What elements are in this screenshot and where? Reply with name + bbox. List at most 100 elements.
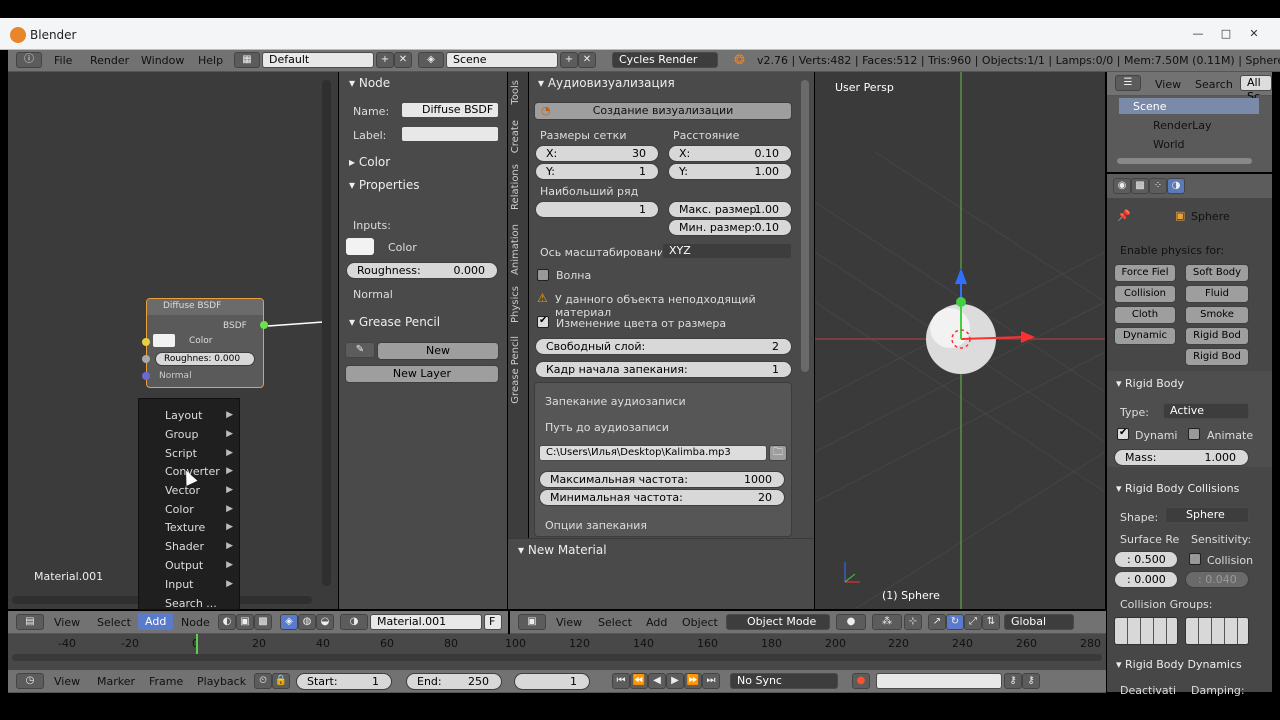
- free-layer-field[interactable]: Свободный слой: 2: [535, 338, 792, 355]
- current-frame-indicator[interactable]: [196, 634, 198, 654]
- viewport-menu-select[interactable]: Select: [598, 616, 632, 629]
- viewport-menu-add[interactable]: Add: [646, 616, 667, 629]
- object-shader-icon[interactable]: ◈: [280, 614, 298, 630]
- 3d-viewport[interactable]: User Persp (1) Sphere: [815, 72, 1105, 609]
- color-input-socket[interactable]: [142, 338, 150, 346]
- wave-checkbox[interactable]: [537, 269, 549, 281]
- layout-field[interactable]: Default: [262, 52, 374, 68]
- editor-type-icon[interactable]: ⓘ: [16, 52, 42, 68]
- timeline-menu-marker[interactable]: Marker: [97, 675, 135, 688]
- roughness-input-socket[interactable]: [142, 355, 150, 363]
- audio-path-field[interactable]: C:\Users\Илья\Desktop\Kalimba.mp3: [539, 445, 767, 461]
- bounce-field[interactable]: : 0.000: [1114, 571, 1178, 588]
- sync-select[interactable]: No Sync: [730, 673, 838, 689]
- scale-axis-select[interactable]: XYZ: [662, 243, 792, 259]
- remove-layout-icon[interactable]: ✕: [394, 52, 412, 68]
- scene-field[interactable]: Scene: [446, 52, 558, 68]
- cloth-button[interactable]: Cloth: [1114, 306, 1176, 324]
- current-frame-field[interactable]: 1: [514, 673, 590, 690]
- add-menu-texture[interactable]: Texture: [165, 521, 205, 534]
- viewport-menu-view[interactable]: View: [556, 616, 582, 629]
- add-menu-search[interactable]: Search ...: [165, 597, 217, 610]
- outliner-item-world[interactable]: World: [1153, 138, 1185, 151]
- tab-create[interactable]: Create: [510, 120, 521, 153]
- tab-tools[interactable]: Tools: [510, 80, 521, 105]
- audio-header[interactable]: ▾ Аудиовизуализация: [538, 76, 675, 90]
- render-engine-select[interactable]: Cycles Render: [612, 52, 718, 68]
- diffuse-bsdf-node[interactable]: Diffuse BSDF BSDF Color Roughnes: 0.000 …: [146, 298, 264, 388]
- add-menu-output[interactable]: Output: [165, 559, 203, 572]
- scene-icon[interactable]: ◈: [418, 52, 444, 68]
- viewport-type-icon[interactable]: ▣: [518, 614, 546, 630]
- new-grease-button[interactable]: New: [377, 342, 499, 360]
- rigid-body-constraint-button[interactable]: Rigid Bod: [1185, 348, 1249, 366]
- texture-nodes-icon[interactable]: ▩: [254, 614, 272, 630]
- pin-icon[interactable]: 📌: [1117, 209, 1131, 222]
- color-swatch[interactable]: [346, 238, 374, 255]
- manipulator-space-icon[interactable]: ⇅: [982, 614, 1000, 630]
- play-reverse-icon[interactable]: ◀: [648, 673, 666, 689]
- keying-set-field[interactable]: [876, 673, 1002, 689]
- record-icon[interactable]: ●: [852, 673, 870, 689]
- min-size-field[interactable]: Мин. размер: 0.10: [668, 219, 792, 236]
- world-shader-icon[interactable]: ◍: [298, 614, 316, 630]
- jump-end-icon[interactable]: ⏭: [702, 673, 720, 689]
- rotate-icon[interactable]: ↻: [946, 614, 964, 630]
- node-menu-add[interactable]: Add: [138, 613, 174, 630]
- outliner-item-renderlayers[interactable]: RenderLay: [1153, 119, 1212, 132]
- distance-x-field[interactable]: X: 0.10: [668, 145, 792, 162]
- add-menu-shader[interactable]: Shader: [165, 540, 204, 553]
- lock-icon[interactable]: 🔒: [272, 673, 290, 689]
- mass-field[interactable]: Mass: 1.000: [1114, 449, 1249, 466]
- max-size-field[interactable]: Макс. размер: 1.00: [668, 201, 792, 218]
- node-editor-scrollbar[interactable]: [322, 80, 331, 586]
- timeline-menu-frame[interactable]: Frame: [149, 675, 183, 688]
- smoke-button[interactable]: Smoke: [1185, 306, 1249, 324]
- grid-y-field[interactable]: Y: 1: [535, 163, 659, 180]
- rigid-body-header[interactable]: ▾ Rigid Body: [1116, 377, 1184, 390]
- add-menu-layout[interactable]: Layout: [165, 409, 202, 422]
- rigid-body-button[interactable]: Rigid Bod: [1185, 327, 1249, 345]
- close-button[interactable]: ✕: [1242, 26, 1266, 42]
- next-keyframe-icon[interactable]: ⏩: [684, 673, 702, 689]
- outliner-scrollbar[interactable]: [1117, 158, 1252, 164]
- add-menu-script[interactable]: Script: [165, 447, 197, 460]
- pivot-icon[interactable]: ⁂: [872, 614, 902, 630]
- node-menu-view[interactable]: View: [54, 616, 80, 629]
- manipulator-toggle-icon[interactable]: ⊹: [904, 614, 922, 630]
- end-frame-field[interactable]: End: 250: [406, 673, 502, 690]
- animate-checkbox[interactable]: [1188, 428, 1200, 440]
- distance-y-field[interactable]: Y: 1.00: [668, 163, 792, 180]
- tab-grease-pencil[interactable]: Grease Pencil: [510, 336, 521, 404]
- delete-keyframe-icon[interactable]: ⚷: [1022, 673, 1040, 689]
- grid-x-field[interactable]: X: 30: [535, 145, 659, 162]
- roughness-field[interactable]: Roughness: 0.000: [346, 262, 498, 279]
- node-editor-type-icon[interactable]: ▤: [16, 614, 44, 630]
- outliner-search[interactable]: Search: [1195, 78, 1233, 91]
- properties-section-header[interactable]: ▾ Properties: [349, 178, 420, 192]
- render-tab-icon[interactable]: ◉: [1113, 178, 1131, 194]
- dynamic-checkbox[interactable]: [1117, 427, 1129, 440]
- add-layout-icon[interactable]: +: [376, 52, 394, 68]
- bake-frame-field[interactable]: Кадр начала запекания: 1: [535, 361, 792, 378]
- timeline[interactable]: -40 -20 0 20 40 60 80 100 120 140 160 18…: [8, 634, 1106, 670]
- physics-tab-icon[interactable]: ◑: [1167, 178, 1185, 194]
- new-layer-button[interactable]: New Layer: [345, 365, 499, 383]
- prev-keyframe-icon[interactable]: ⏪: [630, 673, 648, 689]
- shader-nodes-icon[interactable]: ◐: [218, 614, 236, 630]
- add-menu-vector[interactable]: Vector: [165, 484, 200, 497]
- node-color-swatch[interactable]: [153, 334, 175, 347]
- menu-file[interactable]: File: [54, 54, 72, 67]
- remove-scene-icon[interactable]: ✕: [578, 52, 596, 68]
- viewport-menu-object[interactable]: Object: [682, 616, 718, 629]
- node-section-header[interactable]: ▾ Node: [349, 76, 390, 90]
- timeline-scrollbar[interactable]: [12, 654, 1102, 661]
- collision-groups-right[interactable]: [1185, 617, 1249, 645]
- jump-start-icon[interactable]: ⏮: [612, 673, 630, 689]
- timeline-type-icon[interactable]: ◷: [16, 673, 44, 689]
- collision-margin-checkbox[interactable]: [1189, 553, 1201, 565]
- preview-range-icon[interactable]: ⏲: [254, 673, 272, 689]
- collisions-header[interactable]: ▾ Rigid Body Collisions: [1116, 482, 1239, 495]
- compositing-nodes-icon[interactable]: ▣: [236, 614, 254, 630]
- pencil-icon[interactable]: ✎: [345, 342, 375, 358]
